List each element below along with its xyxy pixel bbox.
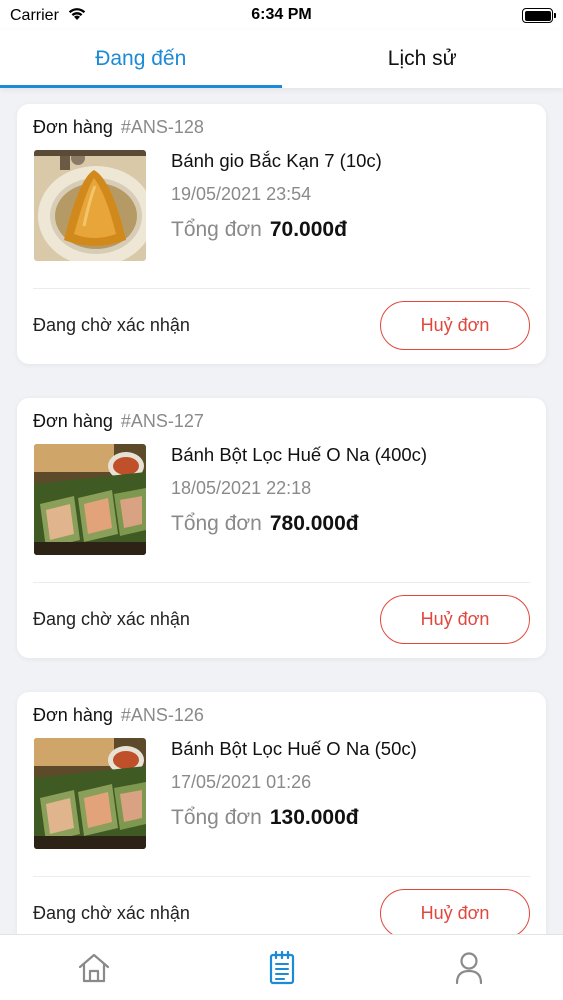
total-value: 780.000đ — [269, 512, 359, 535]
banh-bot-loc-photo — [34, 738, 146, 849]
cancel-order-button[interactable]: Huỷ đơn — [380, 301, 530, 350]
order-header: Đơn hàng #ANS-128 — [33, 117, 204, 138]
order-card[interactable]: Đơn hàng #ANS-126 Bánh Bột Lọc Huế O Na (… — [17, 692, 546, 934]
order-label: Đơn hàng — [33, 411, 113, 431]
divider — [33, 582, 530, 583]
clock: 6:34 PM — [251, 6, 312, 23]
order-header: Đơn hàng #ANS-126 — [33, 705, 204, 726]
order-total: Tổng đơn 70.000đ — [171, 218, 347, 242]
order-header: Đơn hàng #ANS-127 — [33, 411, 204, 432]
item-name: Bánh gio Bắc Kạn 7 (10c) — [171, 150, 382, 171]
total-label: Tổng đơn — [171, 218, 262, 241]
order-code: #ANS-127 — [120, 411, 204, 431]
order-status: Đang chờ xác nhận — [33, 609, 190, 629]
order-list[interactable]: Đơn hàng #ANS-128 Bánh gio Bắc Kạn 7 (10c… — [0, 88, 563, 934]
order-code: #ANS-126 — [120, 705, 204, 725]
order-label: Đơn hàng — [33, 705, 113, 725]
order-date: 19/05/2021 23:54 — [171, 184, 312, 204]
nav-profile[interactable] — [375, 935, 563, 1000]
battery-icon — [522, 8, 556, 23]
order-status: Đang chờ xác nhận — [33, 903, 190, 923]
order-card[interactable]: Đơn hàng #ANS-127 Bánh Bột Lọc Huế O Na (… — [17, 398, 546, 658]
total-value: 130.000đ — [269, 806, 359, 829]
profile-icon — [455, 951, 483, 985]
item-name: Bánh Bột Lọc Huế O Na (50c) — [171, 738, 417, 759]
bottom-nav — [0, 934, 563, 1000]
order-total: Tổng đơn 130.000đ — [171, 806, 359, 830]
divider — [33, 876, 530, 877]
cancel-order-button[interactable]: Huỷ đơn — [380, 595, 530, 644]
order-label: Đơn hàng — [33, 117, 113, 137]
banh-bot-loc-photo — [34, 444, 146, 555]
total-label: Tổng đơn — [171, 806, 262, 829]
item-name: Bánh Bột Lọc Huế O Na (400c) — [171, 444, 428, 465]
orders-icon — [269, 950, 295, 985]
divider — [33, 288, 530, 289]
tab-dang-den[interactable]: Đang đến — [0, 30, 282, 88]
banh-gio-photo — [34, 150, 146, 261]
tab-lich-su[interactable]: Lịch sử — [282, 30, 563, 88]
total-value: 70.000đ — [269, 218, 347, 241]
home-icon — [77, 952, 111, 984]
order-card[interactable]: Đơn hàng #ANS-128 Bánh gio Bắc Kạn 7 (10c… — [17, 104, 546, 364]
nav-home[interactable] — [0, 935, 188, 1000]
order-date: 17/05/2021 01:26 — [171, 772, 312, 792]
tab-bar: Đang đến Lịch sử — [0, 30, 563, 88]
order-code: #ANS-128 — [120, 117, 204, 137]
order-date: 18/05/2021 22:18 — [171, 478, 312, 498]
total-label: Tổng đơn — [171, 512, 262, 535]
status-bar: Carrier 6:34 PM — [0, 0, 563, 30]
cancel-order-button[interactable]: Huỷ đơn — [380, 889, 530, 934]
order-status: Đang chờ xác nhận — [33, 315, 190, 335]
nav-orders[interactable] — [188, 935, 376, 1000]
order-total: Tổng đơn 780.000đ — [171, 512, 359, 536]
